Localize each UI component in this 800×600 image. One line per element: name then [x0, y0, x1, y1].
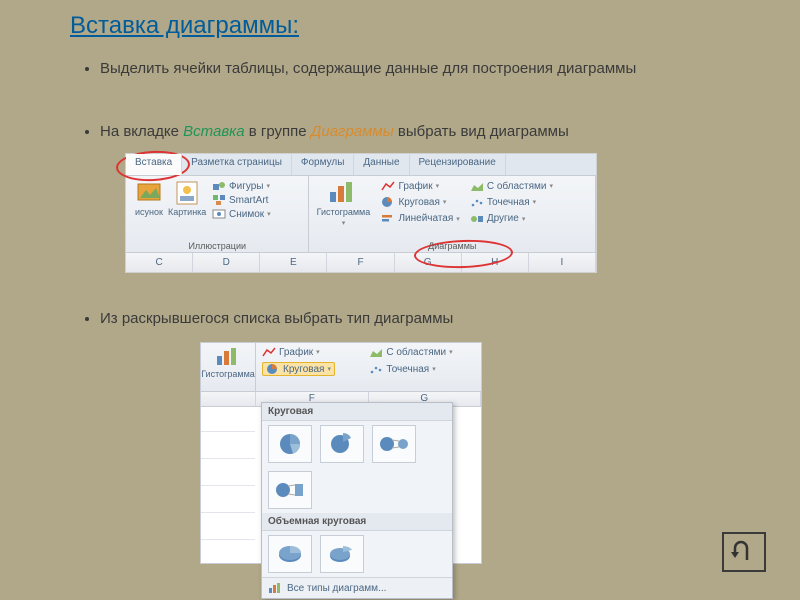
col-header[interactable]: I: [529, 253, 596, 272]
shapes-button[interactable]: Фигуры▾: [212, 180, 271, 192]
clipart-button[interactable]: Картинка: [168, 180, 206, 222]
histogram-button[interactable]: Гистограмма ▾: [315, 180, 371, 227]
group-illustrations: исунок Картинка Фигуры▾ SmartArt Снимок▾…: [126, 176, 309, 252]
page-title: Вставка диаграммы:: [70, 12, 299, 40]
line-chart-button-2[interactable]: График▾: [262, 346, 359, 358]
tab-insert[interactable]: Вставка: [126, 154, 182, 175]
col-header[interactable]: G: [395, 253, 462, 272]
excel-ribbon: Вставка Разметка страницы Формулы Данные…: [125, 153, 597, 273]
excel-ribbon-dropdown: Гистограмма График▾ С областями▾ Кругова…: [200, 342, 482, 564]
pie-type-4[interactable]: [268, 471, 312, 509]
dropdown-section-3d: Объемная круговая: [262, 513, 452, 531]
all-chart-types-button[interactable]: Все типы диаграмм...: [262, 577, 452, 598]
area-chart-button[interactable]: С областями▾: [470, 180, 553, 192]
chart-icon: [268, 582, 282, 594]
pie-type-1[interactable]: [268, 425, 312, 463]
bullet-3: Из раскрывшегося списка выбрать тип диаг…: [100, 310, 740, 329]
area-chart-button-2[interactable]: С областями▾: [369, 346, 477, 358]
dropdown-section-2d: Круговая: [262, 403, 452, 421]
col-header[interactable]: D: [193, 253, 260, 272]
group-label-illustrations: Иллюстрации: [126, 241, 308, 251]
line-chart-button[interactable]: График▾: [381, 180, 459, 192]
bullet-1: Выделить ячейки таблицы, содержащие данн…: [100, 60, 740, 79]
group-label-charts: Диаграммы: [309, 241, 595, 251]
scatter-chart-button[interactable]: Точечная▾: [470, 196, 553, 208]
pie3d-type-1[interactable]: [268, 535, 312, 573]
group-charts: Гистограмма ▾ График▾ С областями▾ Круго…: [309, 176, 596, 252]
tab-formulas[interactable]: Формулы: [292, 154, 355, 175]
smartart-button[interactable]: SmartArt: [212, 194, 271, 206]
col-header[interactable]: C: [126, 253, 193, 272]
pie-chart-dropdown: Круговая Объемная круговая Все типы диаг…: [261, 402, 453, 599]
pie3d-type-2[interactable]: [320, 535, 364, 573]
pie-type-3[interactable]: [372, 425, 416, 463]
bullet-2: На вкладке Вставка в группе Диаграммы вы…: [100, 123, 740, 142]
tab-page-layout[interactable]: Разметка страницы: [182, 154, 292, 175]
return-button[interactable]: [722, 532, 766, 572]
pie-chart-button[interactable]: Круговая▾: [381, 196, 459, 208]
pie-type-2[interactable]: [320, 425, 364, 463]
spreadsheet-columns: C D E F G H I: [126, 252, 596, 272]
col-header[interactable]: F: [327, 253, 394, 272]
histogram-button-2[interactable]: Гистограмма: [201, 343, 256, 391]
col-header[interactable]: E: [260, 253, 327, 272]
pie-chart-button-2[interactable]: Круговая▾: [262, 362, 359, 376]
other-charts-button[interactable]: Другие▾: [470, 213, 553, 225]
tab-data[interactable]: Данные: [354, 154, 409, 175]
u-turn-arrow-icon: [731, 540, 757, 564]
scatter-chart-button-2[interactable]: Точечная▾: [369, 362, 477, 376]
tab-review[interactable]: Рецензирование: [410, 154, 506, 175]
screenshot-button[interactable]: Снимок▾: [212, 208, 271, 220]
bar-chart-button[interactable]: Линейчатая▾: [381, 213, 459, 225]
picture-button[interactable]: исунок: [132, 180, 166, 222]
col-header[interactable]: H: [462, 253, 529, 272]
ribbon-tabs: Вставка Разметка страницы Формулы Данные…: [126, 154, 596, 176]
